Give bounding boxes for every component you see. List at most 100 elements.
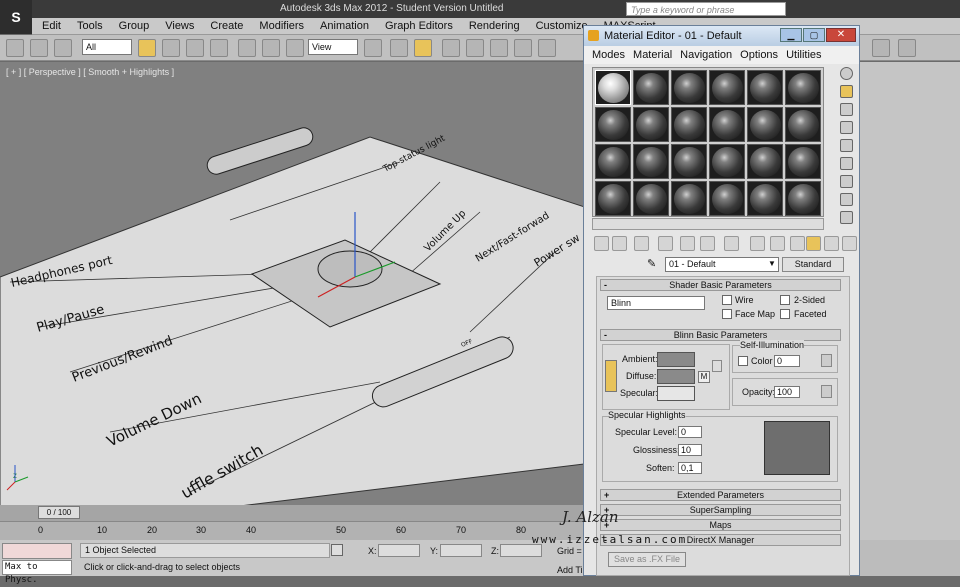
shader-dropdown[interactable]: Blinn: [607, 296, 705, 310]
video-color-check-icon[interactable]: [840, 139, 853, 152]
supersampling-header[interactable]: + SuperSampling: [600, 504, 841, 516]
wire-checkbox[interactable]: [722, 295, 732, 305]
menu-create[interactable]: Create: [210, 18, 243, 32]
show-map-icon[interactable]: [770, 236, 785, 251]
make-preview-icon[interactable]: [840, 157, 853, 170]
menu-utilities[interactable]: Utilities: [786, 46, 821, 64]
move-icon[interactable]: [238, 39, 256, 57]
opacity-spinner[interactable]: 100: [774, 386, 800, 398]
select-manipulate-icon[interactable]: [390, 39, 408, 57]
lock-icon[interactable]: [331, 544, 343, 556]
material-sample-slot[interactable]: [633, 70, 669, 105]
blinn-basic-params-header[interactable]: - Blinn Basic Parameters: [600, 329, 841, 341]
material-sample-slot[interactable]: [747, 144, 783, 179]
selection-filter-dropdown[interactable]: All: [82, 39, 132, 55]
select-object-icon[interactable]: [138, 39, 156, 57]
add-time-tag[interactable]: Add Ti: [557, 565, 583, 575]
chevron-down-icon[interactable]: ▼: [768, 259, 776, 268]
menu-tools[interactable]: Tools: [77, 18, 103, 32]
named-selection-icon[interactable]: [538, 39, 556, 57]
pick-material-icon[interactable]: [842, 236, 857, 251]
render-icon[interactable]: [898, 39, 916, 57]
menu-group[interactable]: Group: [119, 18, 150, 32]
material-sample-slot[interactable]: [747, 181, 783, 216]
assign-material-icon[interactable]: [634, 236, 649, 251]
link-icon[interactable]: [30, 39, 48, 57]
rect-region-icon[interactable]: [186, 39, 204, 57]
keyboard-shortcut-icon[interactable]: [414, 39, 432, 57]
background-icon[interactable]: [840, 103, 853, 116]
menu-views[interactable]: Views: [165, 18, 194, 32]
search-input[interactable]: Type a keyword or phrase: [626, 2, 786, 16]
material-sample-slot[interactable]: [747, 107, 783, 142]
menu-rendering[interactable]: Rendering: [469, 18, 520, 32]
angle-snap-icon[interactable]: [466, 39, 484, 57]
lock-colors-icon[interactable]: [605, 360, 617, 392]
spec-level-spinner[interactable]: 0: [678, 426, 702, 438]
go-to-parent-icon[interactable]: [806, 236, 821, 251]
material-sample-slot[interactable]: [785, 181, 821, 216]
maximize-button[interactable]: ▢: [803, 28, 825, 42]
spinner-snap-icon[interactable]: [514, 39, 532, 57]
material-sample-slot[interactable]: [785, 144, 821, 179]
faceted-checkbox[interactable]: [780, 309, 790, 319]
options-icon[interactable]: [840, 175, 853, 188]
app-logo-icon[interactable]: S: [0, 0, 32, 34]
extended-params-header[interactable]: + Extended Parameters: [600, 489, 841, 501]
menu-modifiers[interactable]: Modifiers: [259, 18, 304, 32]
material-sample-slot[interactable]: [671, 144, 707, 179]
material-name-field[interactable]: 01 - Default: [665, 257, 779, 272]
undo-icon[interactable]: [6, 39, 24, 57]
snap-3d-icon[interactable]: [442, 39, 460, 57]
select-by-material-icon[interactable]: [840, 193, 853, 206]
material-sample-slot[interactable]: [633, 181, 669, 216]
window-crossing-icon[interactable]: [210, 39, 228, 57]
maxscript-input[interactable]: Max to Physc.: [2, 560, 72, 585]
save-fx-button[interactable]: Save as .FX File: [608, 552, 686, 567]
reset-map-icon[interactable]: [658, 236, 673, 251]
select-by-name-icon[interactable]: [162, 39, 180, 57]
eyedropper-icon[interactable]: ✎: [647, 257, 661, 271]
render-setup-icon[interactable]: [872, 39, 890, 57]
material-sample-slot[interactable]: [633, 107, 669, 142]
material-sample-slot[interactable]: [595, 107, 631, 142]
diffuse-map-button[interactable]: M: [698, 371, 710, 383]
time-slider[interactable]: 0 / 100: [0, 505, 585, 521]
copy-material-icon[interactable]: [680, 236, 695, 251]
soften-spinner[interactable]: 0,1: [678, 462, 702, 474]
go-forward-icon[interactable]: [824, 236, 839, 251]
sample-type-icon[interactable]: [840, 67, 853, 80]
material-sample-slot[interactable]: [595, 144, 631, 179]
ref-coord-dropdown[interactable]: View: [308, 39, 358, 55]
material-sample-slot[interactable]: [747, 70, 783, 105]
material-sample-slot[interactable]: [709, 70, 745, 105]
put-to-scene-icon[interactable]: [612, 236, 627, 251]
opacity-map-button[interactable]: [821, 385, 832, 398]
menu-edit[interactable]: Edit: [42, 18, 61, 32]
menu-animation[interactable]: Animation: [320, 18, 369, 32]
show-end-result-icon[interactable]: [790, 236, 805, 251]
y-field[interactable]: [440, 544, 482, 557]
material-sample-slot[interactable]: [709, 144, 745, 179]
menu-customize[interactable]: Customize: [536, 18, 588, 32]
material-id-icon[interactable]: [750, 236, 765, 251]
percent-snap-icon[interactable]: [490, 39, 508, 57]
material-sample-slot[interactable]: [595, 181, 631, 216]
specular-swatch[interactable]: [657, 386, 695, 401]
material-sample-slot[interactable]: [785, 107, 821, 142]
menu-graph-editors[interactable]: Graph Editors: [385, 18, 453, 32]
put-to-library-icon[interactable]: [724, 236, 739, 251]
material-sample-slot[interactable]: [671, 107, 707, 142]
time-slider-thumb[interactable]: 0 / 100: [38, 506, 80, 519]
shader-basic-params-header[interactable]: - Shader Basic Parameters: [600, 279, 841, 291]
glossiness-spinner[interactable]: 10: [678, 444, 702, 456]
maps-header[interactable]: + Maps: [600, 519, 841, 531]
material-sample-slot[interactable]: [785, 70, 821, 105]
menu-navigation[interactable]: Navigation: [680, 46, 732, 64]
perspective-viewport[interactable]: [ + ] [ Perspective ] [ Smooth + Highlig…: [0, 62, 585, 517]
material-sample-slot[interactable]: [709, 107, 745, 142]
get-material-icon[interactable]: [594, 236, 609, 251]
scale-icon[interactable]: [286, 39, 304, 57]
face-map-checkbox[interactable]: [722, 309, 732, 319]
pivot-icon[interactable]: [364, 39, 382, 57]
